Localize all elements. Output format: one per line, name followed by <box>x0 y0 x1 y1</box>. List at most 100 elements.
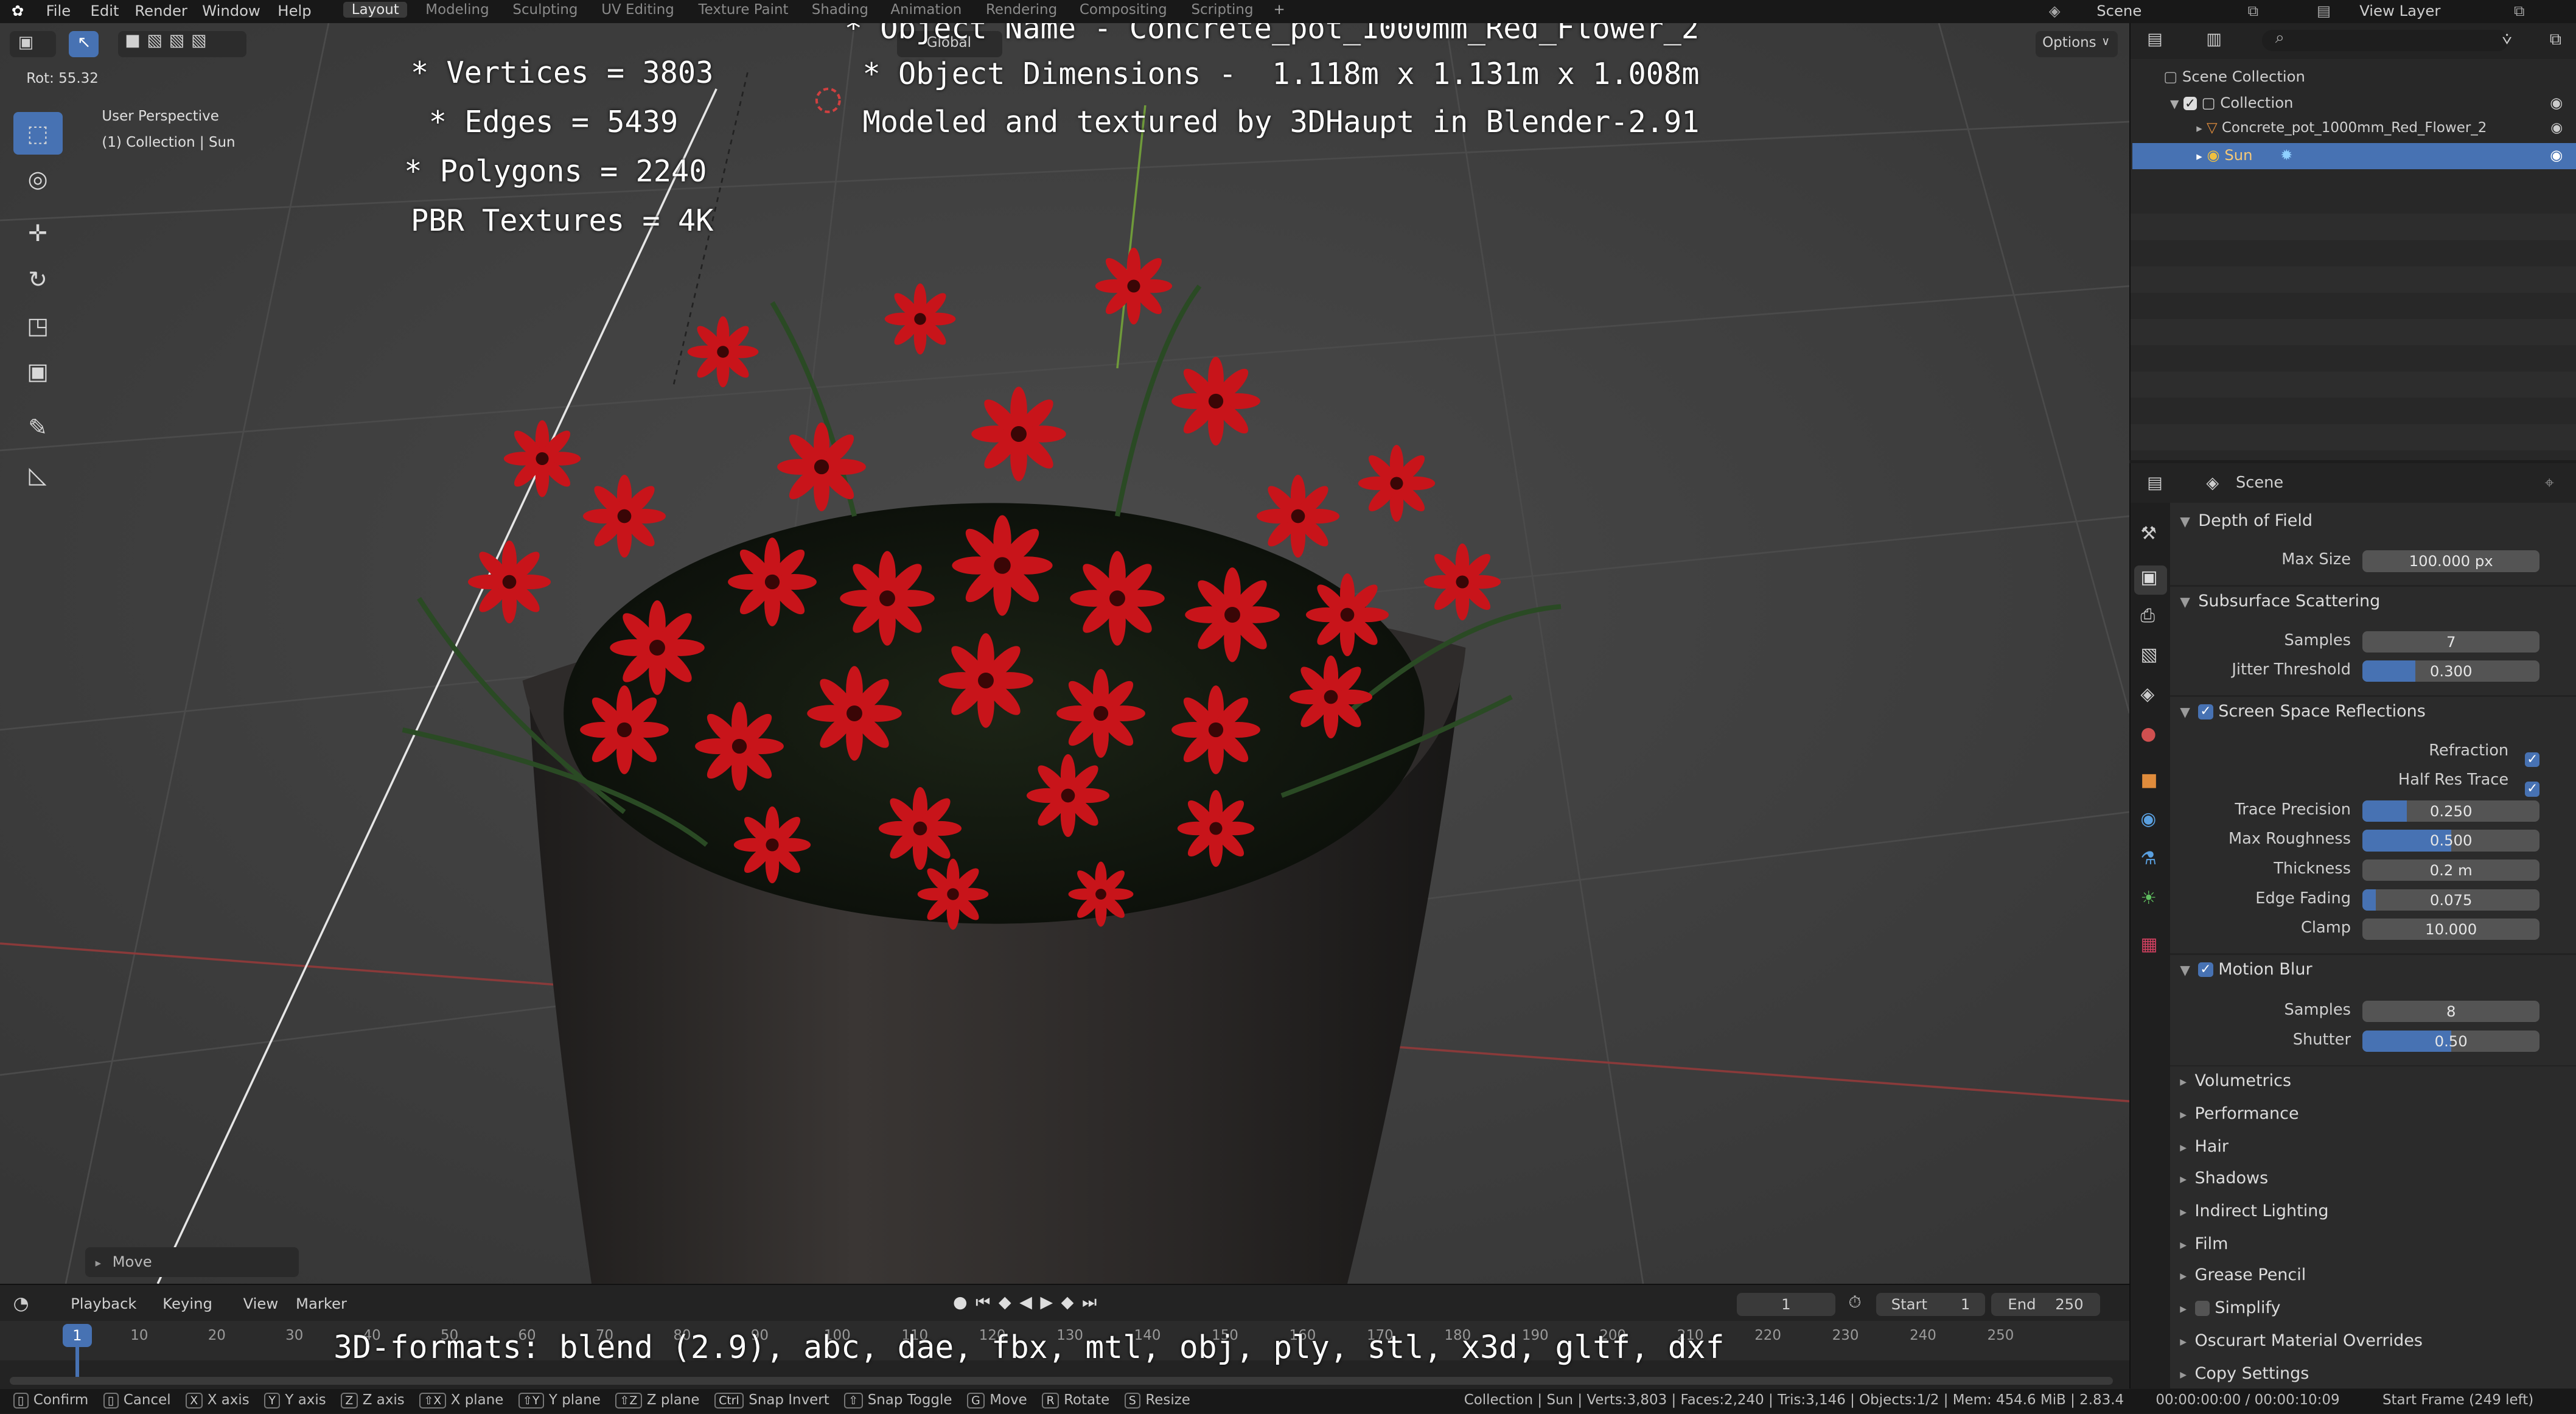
new-scene-icon[interactable]: ⧉ <box>2248 2 2258 19</box>
texture-tab-icon[interactable]: ▦ <box>2140 934 2157 955</box>
editor-type-button[interactable]: ▣ <box>10 31 56 58</box>
tab-animation[interactable]: Animation <box>890 2 962 18</box>
visibility-eye-icon[interactable]: ◉ <box>2550 94 2563 111</box>
tab-compositing[interactable]: Compositing <box>1080 2 1167 18</box>
scene-selector-icon[interactable]: ◈ <box>2049 2 2061 19</box>
view-layer-tab-icon[interactable]: ▧ <box>2140 644 2157 665</box>
section-copy-settings[interactable]: ▸ Copy Settings <box>2180 1364 2309 1383</box>
simplify-checkbox[interactable] <box>2194 1301 2210 1316</box>
tab-scripting[interactable]: Scripting <box>1192 2 1254 18</box>
constraints-tab-icon[interactable]: ⚗ <box>2140 848 2157 869</box>
rotate-tool[interactable]: ↻ <box>13 258 63 301</box>
playback-controls[interactable]: ●⏮◆◀▶◆⏭ <box>953 1293 1105 1312</box>
filter-icon[interactable]: ⩒ <box>2502 30 2511 49</box>
pin-icon[interactable]: ⌖ <box>2545 474 2554 493</box>
collection-row[interactable]: ▼ ✓ ▢ Collection ◉ <box>2170 94 2573 111</box>
shutter-slider[interactable]: 0.50 <box>2362 1030 2540 1052</box>
section-hair[interactable]: ▸ Hair <box>2180 1137 2229 1156</box>
section-oscurart-overrides[interactable]: ▸ Oscurart Material Overrides <box>2180 1331 2423 1350</box>
scene-collection-row[interactable]: ▢ Scene Collection <box>2163 68 2305 85</box>
tab-uv-editing[interactable]: UV Editing <box>601 2 674 18</box>
menu-window[interactable]: Window <box>202 2 260 19</box>
world-tab-icon[interactable]: ● <box>2140 723 2156 744</box>
prev-keyframe-icon[interactable]: ◆ <box>999 1293 1019 1312</box>
motion-blur-enable-checkbox[interactable]: ✓ <box>2198 962 2213 978</box>
tab-shading[interactable]: Shading <box>812 2 868 18</box>
blender-logo-icon[interactable]: ✿ <box>12 2 24 19</box>
tab-texture-paint[interactable]: Texture Paint <box>699 2 789 18</box>
max-size-field[interactable]: 100.000 px <box>2362 550 2540 572</box>
move-tool[interactable]: ✛ <box>13 212 63 254</box>
play-icon[interactable]: ▶ <box>1040 1293 1061 1312</box>
section-screen-space-reflections[interactable]: ▼ ✓ Screen Space Reflections <box>2180 702 2426 721</box>
jump-end-icon[interactable]: ⏭ <box>1082 1293 1105 1312</box>
section-grease-pencil[interactable]: ▸ Grease Pencil <box>2180 1265 2306 1284</box>
jitter-threshold-slider[interactable]: 0.300 <box>2362 660 2540 682</box>
output-printer-icon[interactable]: ⎙ <box>2140 605 2155 626</box>
end-frame-field[interactable]: End 250 <box>1991 1293 2100 1316</box>
physics-tab-icon[interactable]: ◉ <box>2140 808 2156 830</box>
visibility-eye-icon[interactable]: ◉ <box>2550 146 2563 164</box>
add-workspace-icon[interactable]: + <box>1274 2 1285 18</box>
current-frame-field[interactable]: 1 <box>1736 1293 1835 1316</box>
scene-name[interactable]: Scene <box>2096 2 2141 19</box>
refraction-checkbox[interactable]: ✓ <box>2525 743 2540 773</box>
clamp-field[interactable]: 10.000 <box>2362 919 2540 940</box>
section-indirect-lighting[interactable]: ▸ Indirect Lighting <box>2180 1202 2328 1220</box>
section-performance[interactable]: ▸ Performance <box>2180 1104 2299 1123</box>
measure-tool[interactable]: ◺ <box>13 453 63 496</box>
last-operator-panel[interactable]: ▸ Move <box>85 1247 299 1277</box>
stopwatch-icon[interactable]: ⏱ <box>1849 1293 1862 1312</box>
menu-marker[interactable]: Marker <box>296 1295 347 1312</box>
tab-modeling[interactable]: Modeling <box>425 2 489 18</box>
sss-samples-field[interactable]: 7 <box>2362 631 2540 653</box>
section-motion-blur[interactable]: ▼ ✓ Motion Blur <box>2180 960 2312 979</box>
menu-edit[interactable]: Edit <box>91 2 119 19</box>
select-mode-button[interactable]: ↖ <box>69 31 99 58</box>
outliner-search-input[interactable]: ⌕ <box>2262 28 2509 51</box>
record-icon[interactable]: ● <box>953 1293 976 1312</box>
render-tab-active[interactable]: ▣ <box>2134 565 2167 595</box>
start-frame-field[interactable]: Start 1 <box>1876 1293 1985 1316</box>
selection-mode-group[interactable]: ■▧▧▧ <box>118 31 246 58</box>
visibility-eye-icon[interactable]: ◉ <box>2550 120 2563 136</box>
tool-tab-icon[interactable]: ⚒ <box>2140 523 2157 544</box>
transform-tool[interactable]: ▣ <box>13 350 63 393</box>
section-volumetrics[interactable]: ▸ Volumetrics <box>2180 1071 2291 1090</box>
outliner-editor[interactable]: ▤ ▥ ⌕ ⩒ ⧉ ▢ Scene Collection ▼ ✓ ▢ Colle… <box>2129 23 2576 460</box>
timeline-editor-type-icon[interactable]: ◔ <box>13 1293 29 1314</box>
object-row[interactable]: ▸ ▽ Concrete_pot_1000mm_Red_Flower_2 ◉ <box>2196 120 2572 136</box>
properties-editor[interactable]: ▤ ◈ Scene ⌖ ⚒ ▣ ⎙ ▧ ◈ ● ■ ◉ ⚗ ☀ ▦ ▼ Depth… <box>2129 463 2576 1389</box>
3d-viewport[interactable]: ▣ ↖ ■▧▧▧ Global Options ∨ Rot: 55.32 ⬚ ◎ … <box>0 23 2130 1284</box>
max-roughness-slider[interactable]: 0.500 <box>2362 830 2540 852</box>
scene-tab-icon[interactable]: ◈ <box>2140 684 2154 705</box>
section-shadows[interactable]: ▸ Shadows <box>2180 1169 2268 1188</box>
menu-view[interactable]: View <box>243 1295 279 1312</box>
tab-rendering[interactable]: Rendering <box>986 2 1057 18</box>
scale-tool[interactable]: ◳ <box>13 304 63 346</box>
menu-playback[interactable]: Playback <box>71 1295 136 1312</box>
play-reverse-icon[interactable]: ◀ <box>1019 1293 1040 1312</box>
options-dropdown[interactable]: Options ∨ <box>2036 31 2118 58</box>
timeline-scrollbar[interactable] <box>10 1376 2114 1385</box>
timeline-editor[interactable]: ◔ Playback Keying View Marker ●⏮◆◀▶◆⏭ 1 … <box>0 1283 2130 1390</box>
select-box-tool[interactable]: ⬚ <box>13 111 63 155</box>
tab-sculpting[interactable]: Sculpting <box>512 2 578 18</box>
menu-file[interactable]: File <box>46 2 71 19</box>
next-keyframe-icon[interactable]: ◆ <box>1061 1293 1082 1312</box>
display-mode-icon[interactable]: ▥ <box>2206 30 2222 49</box>
mb-samples-field[interactable]: 8 <box>2362 1001 2540 1023</box>
menu-keying[interactable]: Keying <box>162 1295 212 1312</box>
cursor-tool[interactable]: ◎ <box>13 158 63 200</box>
section-depth-of-field[interactable]: ▼ Depth of Field <box>2180 511 2312 530</box>
tab-layout[interactable]: Layout <box>343 1 408 18</box>
section-simplify[interactable]: ▸ Simplify <box>2180 1298 2280 1317</box>
playhead-frame[interactable]: 1 <box>62 1324 92 1348</box>
ssr-enable-checkbox[interactable]: ✓ <box>2198 704 2213 719</box>
half-res-trace-checkbox[interactable]: ✓ <box>2525 772 2540 803</box>
jump-start-icon[interactable]: ⏮ <box>976 1293 999 1312</box>
thickness-field[interactable]: 0.2 m <box>2362 859 2540 881</box>
edge-fading-slider[interactable]: 0.075 <box>2362 889 2540 911</box>
menu-render[interactable]: Render <box>134 2 187 19</box>
menu-help[interactable]: Help <box>277 2 311 19</box>
